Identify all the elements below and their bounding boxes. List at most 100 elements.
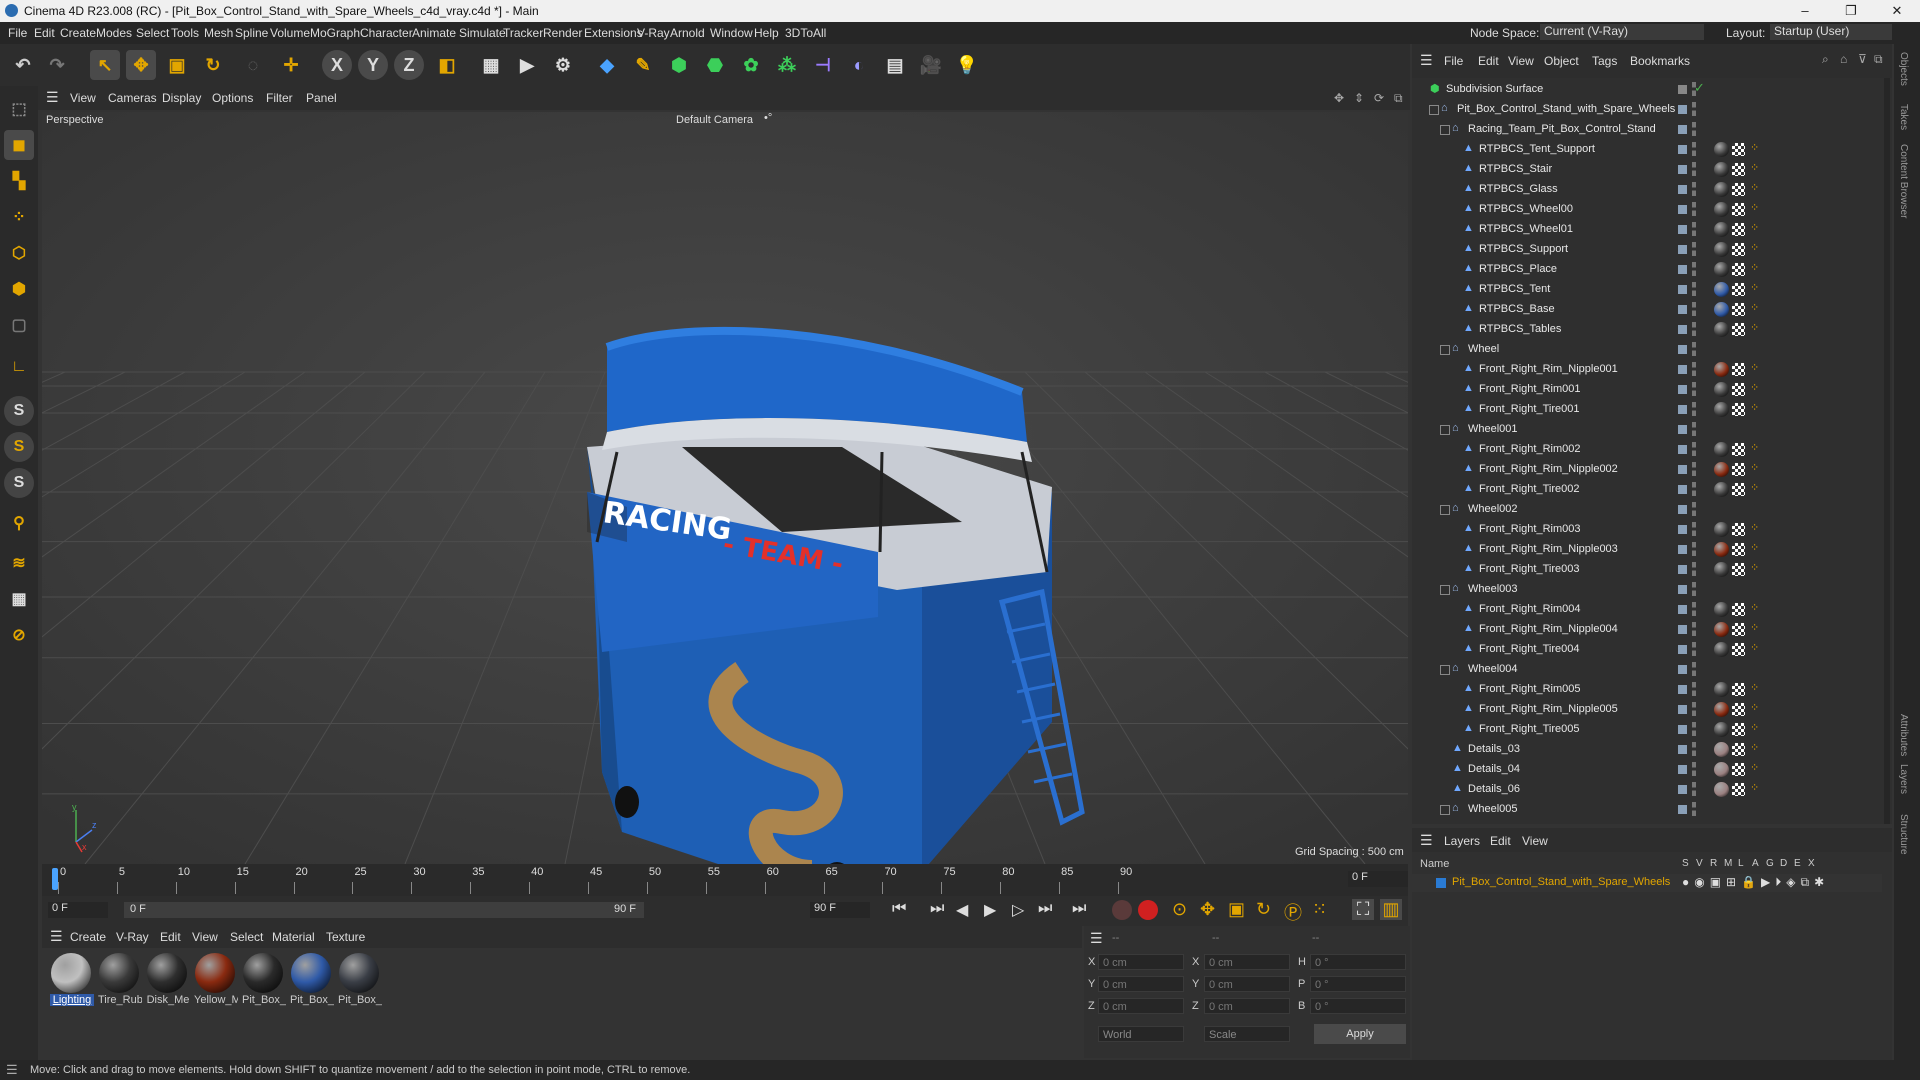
visibility-dots-icon[interactable] <box>1692 642 1696 656</box>
material-tag-icon[interactable] <box>1714 322 1729 337</box>
object-name[interactable]: RTPBCS_Stair <box>1479 163 1552 175</box>
material-tag-icon[interactable] <box>1714 242 1729 257</box>
object-row[interactable]: ▲ Details_06 ⁘ <box>1412 780 1882 800</box>
object-name[interactable]: RTPBCS_Support <box>1479 243 1568 255</box>
coord-rotation-field[interactable]: 0 ° <box>1310 954 1406 970</box>
magnet-icon[interactable]: ⚲ <box>4 508 34 538</box>
uv-tag-icon[interactable] <box>1732 523 1745 536</box>
render-view-icon[interactable]: ▶ <box>512 50 542 80</box>
z-axis-lock-icon[interactable]: Z <box>394 50 424 80</box>
playhead[interactable] <box>52 868 58 890</box>
menu-item-modes[interactable]: Modes <box>96 26 132 40</box>
viewport-menu-cameras[interactable]: Cameras <box>108 91 157 105</box>
visibility-dots-icon[interactable] <box>1692 762 1696 776</box>
coord-size-field[interactable]: 0 cm <box>1204 998 1290 1014</box>
layer-swatch[interactable] <box>1678 745 1687 754</box>
menu-item-arnold[interactable]: Arnold <box>670 26 705 40</box>
cloner-icon[interactable]: ✿ <box>736 50 766 80</box>
material-tag-icon[interactable] <box>1714 762 1729 777</box>
visibility-dots-icon[interactable] <box>1692 582 1696 596</box>
expand-toggle-icon[interactable] <box>1440 665 1450 675</box>
visibility-dots-icon[interactable] <box>1692 402 1696 416</box>
coordinate-system-icon[interactable]: ◧ <box>432 50 462 80</box>
uv-tag-icon[interactable] <box>1732 483 1745 496</box>
material-tag-icon[interactable] <box>1714 162 1729 177</box>
visibility-dots-icon[interactable] <box>1692 422 1696 436</box>
visibility-dots-icon[interactable] <box>1692 482 1696 496</box>
menu-item-mograph[interactable]: MoGraph <box>310 26 360 40</box>
maximize-button[interactable]: ❐ <box>1828 0 1874 22</box>
object-row[interactable]: ⬢ Subdivision Surface ✓ <box>1412 80 1882 100</box>
object-row[interactable]: ▲ Front_Right_Rim_Nipple003 ⁘ <box>1412 540 1882 560</box>
object-row[interactable]: ⌂ Pit_Box_Control_Stand_with_Spare_Wheels <box>1412 100 1882 120</box>
maximize-view-icon[interactable]: ⧉ <box>1394 91 1403 106</box>
object-name[interactable]: Wheel002 <box>1468 503 1518 515</box>
vray-tag-icon[interactable]: ⁘ <box>1750 221 1759 234</box>
vray-tag-icon[interactable]: ⁘ <box>1750 301 1759 314</box>
edges-mode-icon[interactable]: ⬡ <box>4 238 34 268</box>
object-name[interactable]: Details_04 <box>1468 763 1520 775</box>
layer-swatch[interactable] <box>1678 765 1687 774</box>
visibility-dots-icon[interactable] <box>1692 302 1696 316</box>
layer-swatch[interactable] <box>1678 285 1687 294</box>
object-row[interactable]: ▲ Front_Right_Rim_Nipple004 ⁘ <box>1412 620 1882 640</box>
material-tag-icon[interactable] <box>1714 702 1729 717</box>
visibility-dots-icon[interactable] <box>1692 142 1696 156</box>
layer-swatch[interactable] <box>1678 725 1687 734</box>
layer-swatch[interactable] <box>1678 125 1687 134</box>
object-name[interactable]: Wheel003 <box>1468 583 1518 595</box>
keyframe-selection-icon[interactable]: ⊙ <box>1172 899 1187 920</box>
uv-tag-icon[interactable] <box>1732 703 1745 716</box>
visibility-dots-icon[interactable] <box>1692 362 1696 376</box>
uv-tag-icon[interactable] <box>1732 443 1745 456</box>
layer-row[interactable]: Pit_Box_Control_Stand_with_Spare_Wheels … <box>1412 874 1882 892</box>
material-swatch[interactable]: Tire_Rub <box>98 952 142 1010</box>
om-menu-tags[interactable]: Tags <box>1592 54 1617 68</box>
autokey-icon[interactable] <box>1138 900 1158 920</box>
object-name[interactable]: Racing_Team_Pit_Box_Control_Stand <box>1468 123 1656 135</box>
layer-swatch[interactable] <box>1678 425 1687 434</box>
visibility-dots-icon[interactable] <box>1692 222 1696 236</box>
object-name[interactable]: RTPBCS_Tent_Support <box>1479 143 1595 155</box>
field-icon[interactable]: ◐ <box>844 50 874 80</box>
material-menu-create[interactable]: Create <box>70 930 106 944</box>
vray-tag-icon[interactable]: ⁘ <box>1750 601 1759 614</box>
camera-icon[interactable]: 🎥 <box>916 50 946 80</box>
expand-toggle-icon[interactable] <box>1440 345 1450 355</box>
material-tag-icon[interactable] <box>1714 282 1729 297</box>
extrude-icon[interactable]: ⬣ <box>700 50 730 80</box>
menu-item-animate[interactable]: Animate <box>412 26 456 40</box>
side-tab-attributes[interactable]: Attributes <box>1898 714 1909 756</box>
material-tag-icon[interactable] <box>1714 482 1729 497</box>
object-name[interactable]: Wheel <box>1468 343 1499 355</box>
material-tag-icon[interactable] <box>1714 202 1729 217</box>
expand-toggle-icon[interactable] <box>1429 105 1439 115</box>
object-row[interactable]: ⌂ Wheel004 <box>1412 660 1882 680</box>
object-name[interactable]: Details_06 <box>1468 783 1520 795</box>
coord-rotation-field[interactable]: 0 ° <box>1310 976 1406 992</box>
vray-tag-icon[interactable]: ⁘ <box>1750 161 1759 174</box>
object-name[interactable]: RTPBCS_Place <box>1479 263 1557 275</box>
object-name[interactable]: Front_Right_Tire004 <box>1479 643 1579 655</box>
locked-workplane-icon[interactable]: ⊘ <box>4 620 34 650</box>
previous-key-icon[interactable]: ⏭ <box>930 900 944 918</box>
object-name[interactable]: Front_Right_Rim002 <box>1479 443 1581 455</box>
cube-primitive-icon[interactable]: ◆ <box>592 50 622 80</box>
material-tag-icon[interactable] <box>1714 182 1729 197</box>
menu-item-3dtoall[interactable]: 3DToAll <box>785 26 826 40</box>
vray-tag-icon[interactable]: ⁘ <box>1750 481 1759 494</box>
visibility-dots-icon[interactable] <box>1692 102 1696 116</box>
object-row[interactable]: ▲ RTPBCS_Tent ⁘ <box>1412 280 1882 300</box>
material-tag-icon[interactable] <box>1714 442 1729 457</box>
visibility-dots-icon[interactable] <box>1692 702 1696 716</box>
menu-item-window[interactable]: Window <box>710 26 753 40</box>
enabled-check-icon[interactable]: ✓ <box>1694 80 1705 96</box>
dolly-view-icon[interactable]: ⇕ <box>1354 91 1364 105</box>
end-frame-field[interactable]: 90 F <box>810 902 870 918</box>
layer-swatch[interactable] <box>1678 785 1687 794</box>
expand-toggle-icon[interactable] <box>1440 805 1450 815</box>
uv-tag-icon[interactable] <box>1732 223 1745 236</box>
previous-frame-icon[interactable]: ◀ <box>956 900 968 920</box>
start-frame-field[interactable]: 0 F <box>48 902 108 918</box>
object-name[interactable]: RTPBCS_Glass <box>1479 183 1558 195</box>
